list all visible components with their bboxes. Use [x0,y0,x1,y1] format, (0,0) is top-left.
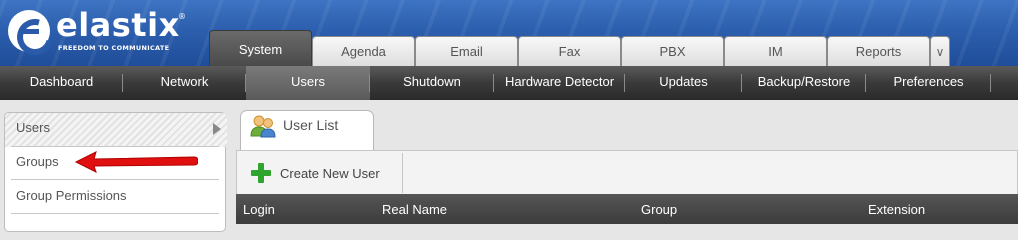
elastix-logo-icon [8,10,50,52]
create-new-user-label: Create New User [280,165,380,181]
app-header: elastix ® FREEDOM TO COMMUNICATE System … [0,0,1018,66]
tab-pbx[interactable]: PBX [621,36,724,66]
tab-reports[interactable]: Reports [827,36,930,66]
tab-email[interactable]: Email [415,36,518,66]
tab-system[interactable]: System [209,30,312,66]
sidebar-item-users[interactable]: Users [5,113,227,147]
divider [11,179,219,180]
submenu-users[interactable]: Users [246,66,370,100]
column-header-login[interactable]: Login [243,202,275,217]
elastix-logo[interactable]: elastix ® FREEDOM TO COMMUNICATE [8,6,198,56]
logo-registered-mark: ® [178,12,186,21]
table-header: Login Real Name Group Extension [236,194,1018,224]
create-new-user-button[interactable]: Create New User [241,153,403,193]
users-group-icon [250,115,276,138]
submenu-hardware-detector[interactable]: Hardware Detector [494,66,625,100]
column-header-real-name[interactable]: Real Name [382,202,447,217]
logo-wordmark: elastix [56,6,180,44]
submenu-backup-restore[interactable]: Backup/Restore [742,66,866,100]
sidebar-item-label: Users [16,120,50,135]
sidebar-item-label: Groups [16,154,59,169]
divider [11,213,219,214]
submenu-bar: Dashboard Network Users Shutdown Hardwar… [0,66,1018,100]
tab-user-list[interactable]: User List [240,110,374,150]
tab-agenda[interactable]: Agenda [312,36,415,66]
toolbar: Create New User [236,150,1018,194]
submenu-dashboard[interactable]: Dashboard [0,66,123,100]
tab-im[interactable]: IM [724,36,827,66]
submenu-updates[interactable]: Updates [625,66,742,100]
plus-icon [250,162,272,184]
red-annotation-arrow-icon [74,151,198,173]
column-header-extension[interactable]: Extension [868,202,925,217]
sidebar-item-label: Group Permissions [16,188,127,203]
top-tabs: System Agenda Email Fax PBX IM Reports ∨ [209,30,950,66]
tab-user-list-label: User List [283,117,339,133]
tab-fax[interactable]: Fax [518,36,621,66]
sidebar-item-group-permissions[interactable]: Group Permissions [5,181,227,215]
submenu-preferences[interactable]: Preferences [866,66,991,100]
more-tabs-button[interactable]: ∨ [930,36,950,66]
submenu-network[interactable]: Network [123,66,246,100]
triangle-right-icon [213,123,221,135]
logo-tagline: FREEDOM TO COMMUNICATE [58,44,170,52]
submenu-shutdown[interactable]: Shutdown [370,66,494,100]
chevron-down-icon: ∨ [935,45,945,59]
column-header-group[interactable]: Group [641,202,677,217]
